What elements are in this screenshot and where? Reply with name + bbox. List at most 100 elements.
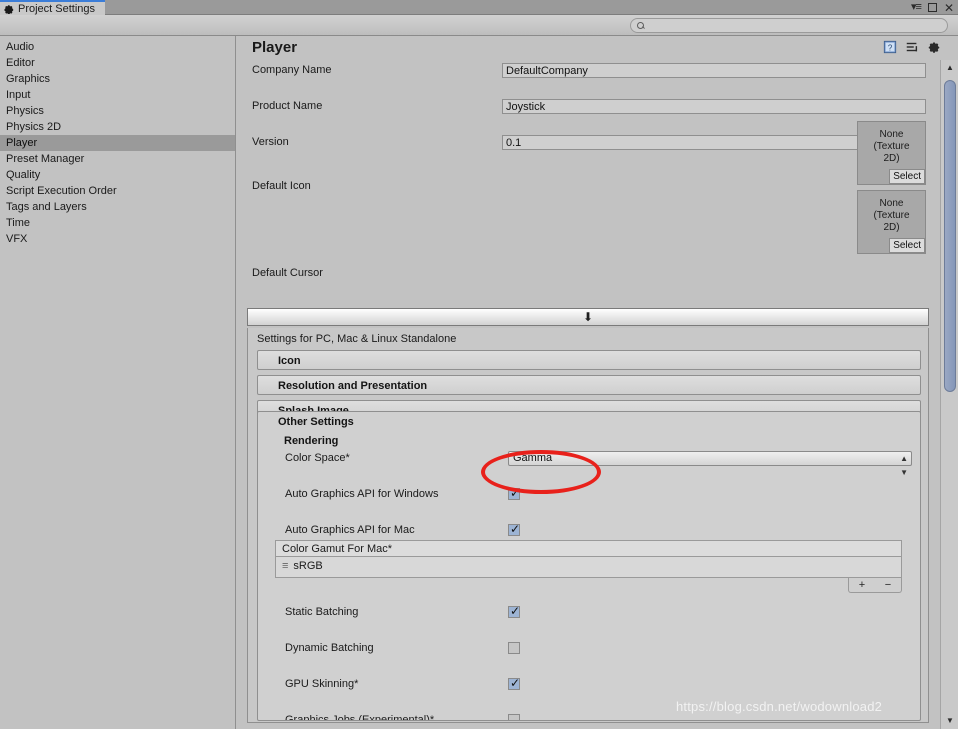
- static-batching-checkbox[interactable]: [508, 604, 520, 618]
- row-default-cursor: Default Cursor: [237, 265, 940, 283]
- add-button[interactable]: +: [859, 579, 865, 591]
- sidebar-item-physics[interactable]: Physics: [0, 103, 235, 119]
- sidebar-item-label: Player: [6, 137, 38, 149]
- svg-text:?: ?: [888, 44, 893, 53]
- sidebar-item-physics-2d[interactable]: Physics 2D: [0, 119, 235, 135]
- window-controls: ▾≡ ✕: [911, 0, 954, 15]
- auto-graphics-api-windows-checkbox[interactable]: [508, 486, 520, 500]
- project-settings-window: Project Settings ▾≡ ✕ Audio Editor Graph…: [0, 0, 958, 729]
- row-auto-graphics-api-mac: Auto Graphics API for Mac: [268, 522, 920, 540]
- settings-category-list: Audio Editor Graphics Input Physics Phys…: [0, 36, 236, 729]
- tab-project-settings[interactable]: Project Settings: [0, 0, 106, 15]
- sidebar-item-label: Time: [6, 217, 31, 229]
- title-bar: Project Settings ▾≡ ✕: [0, 0, 958, 15]
- maximize-icon[interactable]: [927, 3, 937, 12]
- sidebar-item-audio[interactable]: Audio: [0, 39, 235, 55]
- dynamic-batching-checkbox[interactable]: [508, 642, 520, 654]
- sidebar-item-label: Physics: [6, 105, 44, 117]
- object-none-line2: (Texture: [873, 210, 910, 221]
- default-cursor-label: Default Cursor: [252, 267, 323, 279]
- settings-gear-icon[interactable]: [927, 40, 941, 54]
- platform-settings-container: Settings for PC, Mac & Linux Standalone …: [247, 328, 929, 723]
- company-name-label: Company Name: [252, 64, 332, 76]
- sidebar-item-graphics[interactable]: Graphics: [0, 71, 235, 87]
- sidebar-item-tags-and-layers[interactable]: Tags and Layers: [0, 199, 235, 215]
- sidebar-item-input[interactable]: Input: [0, 87, 235, 103]
- auto-graphics-api-mac-label: Auto Graphics API for Mac: [285, 524, 415, 536]
- gpu-skinning-checkbox[interactable]: [508, 676, 520, 690]
- sidebar-item-label: Preset Manager: [6, 153, 85, 165]
- color-gamut-list-footer: + −: [275, 578, 902, 593]
- gear-icon: [4, 4, 14, 14]
- foldout-icon[interactable]: Icon: [257, 350, 921, 370]
- sidebar-item-quality[interactable]: Quality: [0, 167, 235, 183]
- object-none-line3: 2D): [883, 153, 900, 164]
- sidebar-item-player[interactable]: Player: [0, 135, 235, 151]
- color-space-value: Gamma: [513, 452, 553, 464]
- color-gamut-list: Color Gamut For Mac* ≡ sRGB + −: [275, 540, 902, 593]
- sidebar-item-label: Input: [6, 89, 31, 101]
- panel-header-icons: ?: [883, 40, 941, 54]
- window-menu-icon[interactable]: ▾≡: [911, 2, 922, 13]
- sidebar-item-label: Editor: [6, 57, 35, 69]
- static-batching-label: Static Batching: [285, 606, 359, 618]
- other-settings-title[interactable]: Other Settings: [278, 416, 354, 428]
- row-gpu-skinning: GPU Skinning*: [268, 676, 920, 694]
- sidebar-item-label: Graphics: [6, 73, 51, 85]
- product-name-label: Product Name: [252, 100, 323, 112]
- row-graphics-jobs: Graphics Jobs (Experimental)*: [268, 712, 920, 721]
- row-company-name: Company Name: [237, 62, 940, 80]
- graphics-jobs-checkbox[interactable]: [508, 714, 520, 720]
- panel-header: Player ?: [237, 36, 958, 60]
- drag-handle-icon[interactable]: ≡: [282, 560, 288, 572]
- remove-button[interactable]: −: [885, 579, 891, 591]
- scrollbar-thumb[interactable]: [944, 80, 956, 392]
- gpu-skinning-label: GPU Skinning*: [285, 678, 359, 690]
- sidebar-item-label: Quality: [6, 169, 41, 181]
- sidebar-item-label: Script Execution Order: [6, 185, 117, 197]
- row-color-space: Color Space* Gamma ▲ ▼: [268, 450, 920, 477]
- select-button[interactable]: Select: [889, 169, 925, 184]
- default-cursor-object-field[interactable]: None (Texture 2D) Select: [857, 190, 926, 254]
- color-space-dropdown[interactable]: Gamma ▲ ▼: [508, 451, 912, 477]
- company-name-input[interactable]: [502, 63, 926, 78]
- default-icon-object-field[interactable]: None (Texture 2D) Select: [857, 121, 926, 185]
- graphics-jobs-label: Graphics Jobs (Experimental)*: [285, 714, 435, 721]
- row-dynamic-batching: Dynamic Batching: [268, 640, 920, 658]
- object-none-line3: 2D): [883, 222, 900, 233]
- foldout-label: Resolution and Presentation: [278, 380, 428, 392]
- sidebar-item-preset-manager[interactable]: Preset Manager: [0, 151, 235, 167]
- object-none-line2: (Texture: [873, 141, 910, 152]
- help-icon[interactable]: ?: [883, 40, 897, 54]
- search-box[interactable]: [630, 18, 948, 33]
- search-icon: [637, 21, 645, 30]
- scroll-down-arrow-icon[interactable]: ▼: [941, 715, 958, 727]
- product-name-input[interactable]: [502, 99, 926, 114]
- settings-for-label: Settings for PC, Mac & Linux Standalone: [257, 333, 457, 345]
- row-static-batching: Static Batching: [268, 604, 920, 622]
- foldout-resolution-and-presentation[interactable]: Resolution and Presentation: [257, 375, 921, 395]
- auto-graphics-api-windows-label: Auto Graphics API for Windows: [285, 488, 439, 500]
- vertical-scrollbar[interactable]: ▲ ▼: [940, 60, 958, 729]
- color-gamut-entry-row[interactable]: ≡ sRGB: [275, 557, 902, 578]
- color-gamut-header: Color Gamut For Mac*: [275, 540, 902, 557]
- batching-rows: Static Batching Dynamic Batching GPU Ski…: [268, 604, 920, 721]
- sidebar-item-time[interactable]: Time: [0, 215, 235, 231]
- color-gamut-entry-label: sRGB: [293, 560, 323, 572]
- dynamic-batching-label: Dynamic Batching: [285, 642, 374, 654]
- close-icon[interactable]: ✕: [944, 2, 954, 14]
- row-version: Version: [237, 134, 940, 152]
- select-button[interactable]: Select: [889, 238, 925, 253]
- object-none-line1: None: [879, 129, 904, 140]
- sidebar-item-editor[interactable]: Editor: [0, 55, 235, 71]
- search-input[interactable]: [649, 20, 941, 31]
- scroll-up-arrow-icon[interactable]: ▲: [941, 62, 958, 74]
- sidebar-item-vfx[interactable]: VFX: [0, 231, 235, 247]
- sidebar-item-script-execution-order[interactable]: Script Execution Order: [0, 183, 235, 199]
- rendering-rows: Color Space* Gamma ▲ ▼ Auto Graphics API …: [268, 450, 920, 572]
- preset-icon[interactable]: [905, 40, 919, 54]
- sidebar-item-label: Tags and Layers: [6, 201, 87, 213]
- row-auto-graphics-api-windows: Auto Graphics API for Windows: [268, 486, 920, 504]
- auto-graphics-api-mac-checkbox[interactable]: [508, 522, 520, 536]
- platform-tab-strip[interactable]: ⬇: [247, 308, 929, 326]
